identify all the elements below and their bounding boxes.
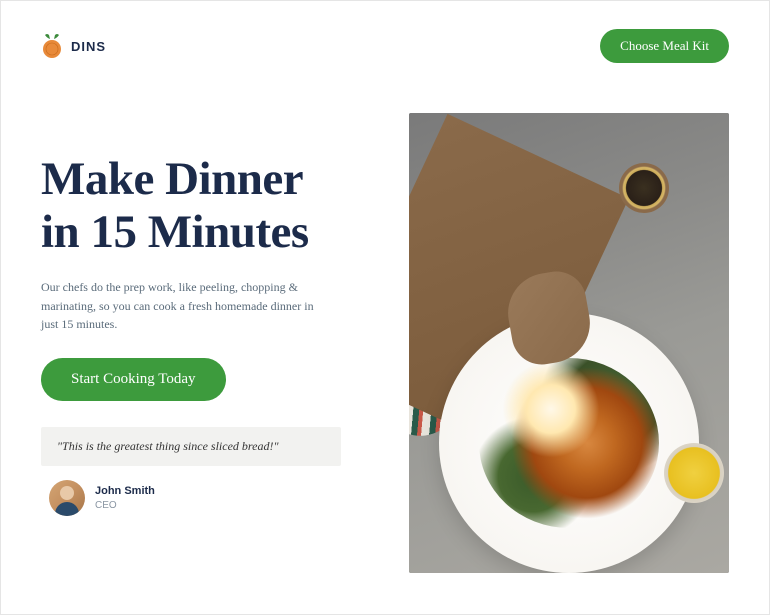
hero-image-column: [381, 113, 729, 573]
watch-graphic: [619, 163, 669, 213]
hero-text-column: Make Dinner in 15 Minutes Our chefs do t…: [41, 113, 351, 516]
start-cooking-button[interactable]: Start Cooking Today: [41, 358, 226, 401]
hero-food-image: [409, 113, 729, 573]
hero-headline: Make Dinner in 15 Minutes: [41, 153, 351, 258]
orange-fruit-icon: [41, 33, 63, 59]
testimonial-quote: "This is the greatest thing since sliced…: [41, 427, 341, 466]
header: DINS Choose Meal Kit: [41, 29, 729, 63]
author-info: John Smith CEO: [95, 484, 155, 511]
author-avatar: [49, 480, 85, 516]
landing-page: DINS Choose Meal Kit Make Dinner in 15 M…: [0, 0, 770, 615]
choose-meal-kit-button[interactable]: Choose Meal Kit: [600, 29, 729, 63]
brand-logo[interactable]: DINS: [41, 33, 106, 59]
testimonial-author: John Smith CEO: [41, 480, 351, 516]
sauce-cup-graphic: [664, 443, 724, 503]
author-role: CEO: [95, 499, 155, 512]
hero-subtext: Our chefs do the prep work, like peeling…: [41, 278, 331, 334]
brand-name: DINS: [71, 39, 106, 54]
main-content: Make Dinner in 15 Minutes Our chefs do t…: [41, 113, 729, 573]
food-graphic: [479, 358, 659, 528]
author-name: John Smith: [95, 484, 155, 498]
